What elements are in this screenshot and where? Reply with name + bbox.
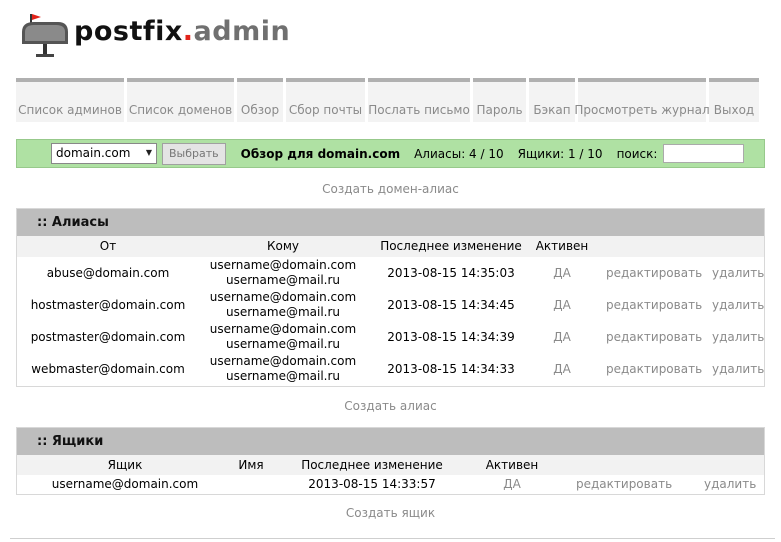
col-from: От (99, 239, 117, 253)
menu-fetchmail[interactable]: Сбор почты (286, 78, 365, 122)
menu-view-log[interactable]: Просмотреть журнал (574, 78, 710, 122)
menu-overview[interactable]: Обзор (237, 78, 283, 122)
table-row: postmaster@domain.com username@domain.co… (17, 321, 765, 353)
header: postfix.admin (16, 10, 416, 60)
col-modified: Последнее изменение (301, 458, 443, 472)
aliases-count: Алиасы: 4 / 10 (414, 146, 504, 161)
search-input[interactable] (663, 144, 745, 163)
alias-active-toggle[interactable]: ДА (553, 362, 571, 376)
alias-from: postmaster@domain.com (30, 330, 186, 344)
alias-modified: 2013-08-15 14:35:03 (387, 266, 515, 280)
alias-from: abuse@domain.com (46, 266, 170, 280)
create-domain-alias-link[interactable]: Создать домен-алиас (0, 182, 781, 196)
search-label: поиск: (616, 146, 658, 161)
alias-to-2: username@mail.ru (225, 273, 341, 287)
alias-modified: 2013-08-15 14:34:33 (387, 362, 515, 376)
logo-part1: postfix (74, 16, 183, 47)
mailboxes-heading: :: Ящики (17, 428, 764, 455)
alias-from: hostmaster@domain.com (30, 298, 186, 312)
menu-logout[interactable]: Выход (709, 78, 759, 122)
col-active: Активен (485, 458, 539, 472)
table-row: username@domain.com 2013-08-15 14:33:57 … (17, 475, 764, 494)
create-mailbox-link[interactable]: Создать ящик (0, 506, 781, 520)
alias-to-1: username@domain.com (209, 322, 357, 336)
alias-to: username@domain.com username@mail.ru (210, 322, 356, 352)
alias-modified: 2013-08-15 14:34:45 (387, 298, 515, 312)
edit-link[interactable]: редактировать (606, 362, 702, 376)
logo-dot: . (182, 16, 194, 47)
table-row: webmaster@domain.com username@domain.com… (17, 353, 764, 385)
alias-modified: 2013-08-15 14:34:39 (387, 330, 515, 344)
mailboxes-column-header: Ящик Имя Последнее изменение Активен (17, 455, 764, 475)
menu-send-mail[interactable]: Послать письмо (368, 78, 470, 122)
edit-link[interactable]: редактировать (606, 298, 702, 312)
alias-active-toggle[interactable]: ДА (553, 330, 571, 344)
alias-to-1: username@domain.com (209, 290, 357, 304)
alias-from: webmaster@domain.com (31, 362, 185, 376)
main-menu: Список админов Список доменов Обзор Сбор… (16, 78, 762, 122)
alias-to-1: username@domain.com (209, 354, 357, 368)
logo-text: postfix.admin (74, 16, 290, 47)
mailbox-icon (22, 14, 68, 57)
edit-link[interactable]: редактировать (606, 330, 702, 344)
delete-link[interactable]: удалить (712, 266, 764, 280)
col-name: Имя (238, 458, 264, 472)
aliases-panel: :: Алиасы От Кому Последнее изменение Ак… (16, 208, 765, 387)
delete-link[interactable]: удалить (712, 330, 764, 344)
aliases-heading: :: Алиасы (17, 209, 764, 236)
menu-backup[interactable]: Бэкап (529, 78, 575, 122)
alias-to: username@domain.com username@mail.ru (210, 290, 356, 320)
delete-link[interactable]: удалить (704, 477, 756, 491)
alias-to-2: username@mail.ru (225, 337, 341, 351)
footer-divider (10, 538, 775, 539)
col-to: Кому (266, 239, 300, 253)
alias-to-2: username@mail.ru (225, 305, 341, 319)
mailboxes-count: Ящики: 1 / 10 (517, 146, 603, 161)
mailbox-modified: 2013-08-15 14:33:57 (308, 477, 436, 491)
table-row: abuse@domain.com username@domain.com user… (17, 257, 765, 289)
edit-link[interactable]: редактировать (606, 266, 702, 280)
alias-active-toggle[interactable]: ДА (553, 298, 571, 312)
col-active: Активен (535, 239, 589, 253)
alias-to-1: username@domain.com (209, 258, 357, 272)
create-alias-link[interactable]: Создать алиас (0, 399, 781, 413)
edit-link[interactable]: редактировать (576, 477, 672, 491)
col-modified: Последнее изменение (380, 239, 522, 253)
delete-link[interactable]: удалить (712, 298, 764, 312)
table-row: hostmaster@domain.com username@domain.co… (17, 289, 765, 321)
menu-admin-list[interactable]: Список админов (16, 78, 124, 122)
domain-select[interactable]: domain.com ▼ (51, 143, 157, 164)
delete-link[interactable]: удалить (712, 362, 764, 376)
alias-to: username@domain.com username@mail.ru (210, 258, 356, 288)
menu-domain-list[interactable]: Список доменов (127, 78, 234, 122)
mailbox-active-toggle[interactable]: ДА (503, 477, 521, 491)
dropdown-arrow-icon: ▼ (145, 148, 152, 157)
logo-part2: admin (193, 16, 291, 47)
menu-password[interactable]: Пароль (473, 78, 526, 122)
domain-select-value: domain.com (56, 146, 131, 160)
mailbox-address: username@domain.com (51, 477, 199, 491)
alias-active-toggle[interactable]: ДА (553, 266, 571, 280)
overview-bar: domain.com ▼ Выбрать Обзор для domain.co… (16, 139, 765, 168)
aliases-column-header: От Кому Последнее изменение Активен (17, 236, 764, 257)
select-button[interactable]: Выбрать (162, 142, 226, 165)
overview-title: Обзор для domain.com (240, 146, 401, 161)
alias-to-2: username@mail.ru (225, 369, 341, 383)
alias-to: username@domain.com username@mail.ru (210, 354, 356, 384)
mailboxes-panel: :: Ящики Ящик Имя Последнее изменение Ак… (16, 427, 765, 495)
col-mailbox: Ящик (107, 458, 143, 472)
